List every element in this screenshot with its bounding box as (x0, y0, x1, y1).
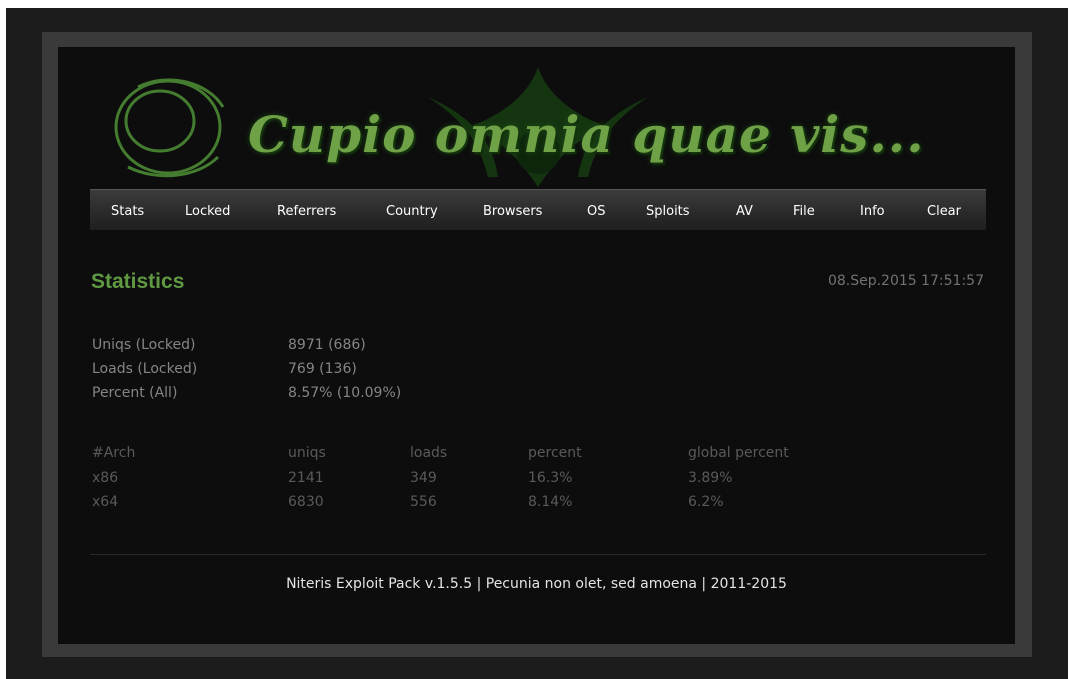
summary-value: 8.57% (10.09%) (288, 385, 402, 401)
header-banner: Cupio omnia quae vis... (98, 57, 998, 191)
nav-item-info[interactable]: Info (860, 190, 885, 230)
column-header: #Arch (92, 445, 136, 461)
table-cell: 2141 (288, 470, 324, 486)
table-cell: 6.2% (688, 494, 724, 510)
table-cell: x64 (92, 494, 119, 510)
nav-item-os[interactable]: OS (587, 190, 605, 230)
footer-text: Niteris Exploit Pack v.1.5.5 | Pecunia n… (286, 576, 787, 592)
main-panel: Cupio omnia quae vis... Stats Locked Ref… (58, 47, 1015, 644)
nav-item-browsers[interactable]: Browsers (483, 190, 542, 230)
summary-label: Loads (Locked) (92, 361, 198, 377)
summary-value: 769 (136) (288, 361, 357, 377)
summary-label: Uniqs (Locked) (92, 337, 196, 353)
outer-frame: Cupio omnia quae vis... Stats Locked Ref… (42, 32, 1032, 657)
screen-background: Cupio omnia quae vis... Stats Locked Ref… (6, 8, 1068, 679)
nav-item-country[interactable]: Country (386, 190, 438, 230)
column-header: global percent (688, 445, 789, 461)
table-cell: 6830 (288, 494, 324, 510)
main-navigation: Stats Locked Referrers Country Browsers … (90, 189, 986, 230)
column-header: uniqs (288, 445, 326, 461)
page-title: Statistics (91, 270, 185, 293)
nav-item-av[interactable]: AV (736, 190, 753, 230)
column-header: percent (528, 445, 582, 461)
nav-item-stats[interactable]: Stats (111, 190, 144, 230)
table-cell: 349 (410, 470, 437, 486)
nav-item-sploits[interactable]: Sploits (646, 190, 690, 230)
column-header: loads (410, 445, 448, 461)
footer-divider (90, 554, 986, 555)
current-datetime: 08.Sep.2015 17:51:57 (827, 273, 984, 289)
nav-item-referrers[interactable]: Referrers (277, 190, 336, 230)
banner-motto: Cupio omnia quae vis... (248, 105, 925, 164)
nav-item-clear[interactable]: Clear (927, 190, 961, 230)
summary-value: 8971 (686) (288, 337, 366, 353)
summary-label: Percent (All) (92, 385, 178, 401)
table-cell: 3.89% (688, 470, 733, 486)
nav-item-locked[interactable]: Locked (185, 190, 230, 230)
table-cell: 556 (410, 494, 437, 510)
table-cell: 8.14% (528, 494, 573, 510)
table-cell: x86 (92, 470, 119, 486)
nav-item-file[interactable]: File (793, 190, 815, 230)
table-cell: 16.3% (528, 470, 573, 486)
